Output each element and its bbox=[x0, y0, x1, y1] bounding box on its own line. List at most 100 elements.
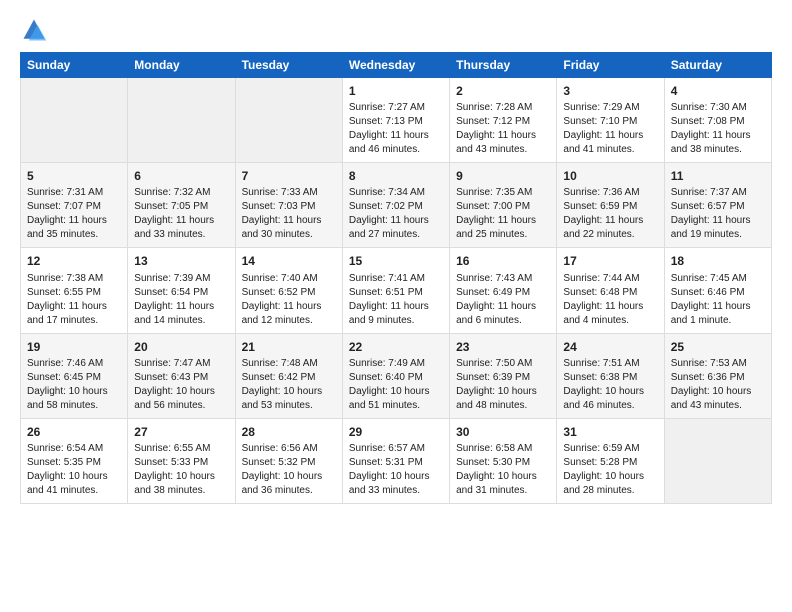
calendar-dow-thursday: Thursday bbox=[450, 53, 557, 78]
calendar-dow-wednesday: Wednesday bbox=[342, 53, 449, 78]
day-info: Sunrise: 7:29 AM Sunset: 7:10 PM Dayligh… bbox=[563, 101, 657, 157]
calendar-cell-4-3: 21 Sunrise: 7:48 AM Sunset: 6:42 PM Dayli… bbox=[235, 333, 342, 418]
day-number: 2 bbox=[456, 83, 550, 99]
day-info: Sunrise: 7:46 AM Sunset: 6:45 PM Dayligh… bbox=[27, 357, 121, 413]
day-number: 3 bbox=[563, 83, 657, 99]
day-info: Sunrise: 7:39 AM Sunset: 6:54 PM Dayligh… bbox=[134, 272, 228, 328]
calendar-cell-1-7: 4Sunrise: 7:30 AM Sunset: 7:08 PM Daylig… bbox=[664, 78, 771, 163]
day-number: 9 bbox=[456, 168, 550, 184]
day-number: 6 bbox=[134, 168, 228, 184]
calendar-cell-3-5: 16 Sunrise: 7:43 AM Sunset: 6:49 PM Dayli… bbox=[450, 248, 557, 333]
day-info: Sunrise: 7:30 AM Sunset: 7:08 PM Dayligh… bbox=[671, 101, 765, 157]
day-number: 16 bbox=[456, 253, 550, 269]
calendar-week-4: 19Sunrise: 7:46 AM Sunset: 6:45 PM Dayli… bbox=[21, 333, 772, 418]
day-info: Sunrise: 7:49 AM Sunset: 6:40 PM Dayligh… bbox=[349, 357, 443, 413]
day-number: 18 bbox=[671, 253, 765, 269]
calendar-cell-3-1: 12 Sunrise: 7:38 AM Sunset: 6:55 PM Dayli… bbox=[21, 248, 128, 333]
day-info: Sunrise: 7:41 AM Sunset: 6:51 PM Dayligh… bbox=[349, 272, 443, 328]
calendar-week-2: 5Sunrise: 7:31 AM Sunset: 7:07 PM Daylig… bbox=[21, 163, 772, 248]
logo-icon bbox=[20, 16, 48, 44]
day-info: Sunrise: 7:27 AM Sunset: 7:13 PM Dayligh… bbox=[349, 101, 443, 157]
day-info: Sunrise: 7:32 AM Sunset: 7:05 PM Dayligh… bbox=[134, 186, 228, 242]
day-info: Sunrise: 7:40 AM Sunset: 6:52 PM Dayligh… bbox=[242, 272, 336, 328]
day-number: 20 bbox=[134, 339, 228, 355]
day-number: 22 bbox=[349, 339, 443, 355]
day-info: Sunrise: 7:51 AM Sunset: 6:38 PM Dayligh… bbox=[563, 357, 657, 413]
calendar-cell-5-5: 30Sunrise: 6:58 AM Sunset: 5:30 PM Dayli… bbox=[450, 418, 557, 503]
day-info: Sunrise: 7:53 AM Sunset: 6:36 PM Dayligh… bbox=[671, 357, 765, 413]
day-number: 15 bbox=[349, 253, 443, 269]
calendar-cell-3-2: 13 Sunrise: 7:39 AM Sunset: 6:54 PM Dayli… bbox=[128, 248, 235, 333]
day-info: Sunrise: 6:57 AM Sunset: 5:31 PM Dayligh… bbox=[349, 442, 443, 498]
day-number: 14 bbox=[242, 253, 336, 269]
calendar-cell-1-2 bbox=[128, 78, 235, 163]
calendar-cell-3-3: 14 Sunrise: 7:40 AM Sunset: 6:52 PM Dayli… bbox=[235, 248, 342, 333]
day-number: 7 bbox=[242, 168, 336, 184]
calendar-header-row: SundayMondayTuesdayWednesdayThursdayFrid… bbox=[21, 53, 772, 78]
day-info: Sunrise: 7:34 AM Sunset: 7:02 PM Dayligh… bbox=[349, 186, 443, 242]
day-number: 11 bbox=[671, 168, 765, 184]
calendar-cell-3-4: 15 Sunrise: 7:41 AM Sunset: 6:51 PM Dayli… bbox=[342, 248, 449, 333]
calendar-week-1: 1Sunrise: 7:27 AM Sunset: 7:13 PM Daylig… bbox=[21, 78, 772, 163]
calendar-cell-2-2: 6 Sunrise: 7:32 AM Sunset: 7:05 PM Daylig… bbox=[128, 163, 235, 248]
logo bbox=[20, 16, 52, 44]
calendar-cell-2-4: 8Sunrise: 7:34 AM Sunset: 7:02 PM Daylig… bbox=[342, 163, 449, 248]
day-info: Sunrise: 7:47 AM Sunset: 6:43 PM Dayligh… bbox=[134, 357, 228, 413]
calendar-cell-1-3 bbox=[235, 78, 342, 163]
page: SundayMondayTuesdayWednesdayThursdayFrid… bbox=[0, 0, 792, 612]
day-info: Sunrise: 6:59 AM Sunset: 5:28 PM Dayligh… bbox=[563, 442, 657, 498]
day-number: 28 bbox=[242, 424, 336, 440]
calendar-cell-5-4: 29 Sunrise: 6:57 AM Sunset: 5:31 PM Dayli… bbox=[342, 418, 449, 503]
day-info: Sunrise: 7:43 AM Sunset: 6:49 PM Dayligh… bbox=[456, 272, 550, 328]
calendar-dow-tuesday: Tuesday bbox=[235, 53, 342, 78]
day-info: Sunrise: 7:48 AM Sunset: 6:42 PM Dayligh… bbox=[242, 357, 336, 413]
calendar-cell-2-5: 9 Sunrise: 7:35 AM Sunset: 7:00 PM Daylig… bbox=[450, 163, 557, 248]
calendar-cell-2-7: 11Sunrise: 7:37 AM Sunset: 6:57 PM Dayli… bbox=[664, 163, 771, 248]
day-info: Sunrise: 7:36 AM Sunset: 6:59 PM Dayligh… bbox=[563, 186, 657, 242]
day-number: 12 bbox=[27, 253, 121, 269]
calendar-week-3: 12 Sunrise: 7:38 AM Sunset: 6:55 PM Dayli… bbox=[21, 248, 772, 333]
calendar-cell-4-5: 23 Sunrise: 7:50 AM Sunset: 6:39 PM Dayli… bbox=[450, 333, 557, 418]
day-info: Sunrise: 7:35 AM Sunset: 7:00 PM Dayligh… bbox=[456, 186, 550, 242]
day-info: Sunrise: 7:31 AM Sunset: 7:07 PM Dayligh… bbox=[27, 186, 121, 242]
calendar-dow-saturday: Saturday bbox=[664, 53, 771, 78]
calendar-cell-2-3: 7Sunrise: 7:33 AM Sunset: 7:03 PM Daylig… bbox=[235, 163, 342, 248]
calendar-cell-4-6: 24 Sunrise: 7:51 AM Sunset: 6:38 PM Dayli… bbox=[557, 333, 664, 418]
day-number: 24 bbox=[563, 339, 657, 355]
day-number: 27 bbox=[134, 424, 228, 440]
day-info: Sunrise: 7:44 AM Sunset: 6:48 PM Dayligh… bbox=[563, 272, 657, 328]
calendar-cell-1-6: 3 Sunrise: 7:29 AM Sunset: 7:10 PM Daylig… bbox=[557, 78, 664, 163]
day-info: Sunrise: 7:50 AM Sunset: 6:39 PM Dayligh… bbox=[456, 357, 550, 413]
day-number: 31 bbox=[563, 424, 657, 440]
calendar-cell-4-1: 19Sunrise: 7:46 AM Sunset: 6:45 PM Dayli… bbox=[21, 333, 128, 418]
day-info: Sunrise: 7:28 AM Sunset: 7:12 PM Dayligh… bbox=[456, 101, 550, 157]
day-info: Sunrise: 6:56 AM Sunset: 5:32 PM Dayligh… bbox=[242, 442, 336, 498]
day-number: 25 bbox=[671, 339, 765, 355]
calendar-cell-5-2: 27 Sunrise: 6:55 AM Sunset: 5:33 PM Dayli… bbox=[128, 418, 235, 503]
calendar-cell-3-6: 17 Sunrise: 7:44 AM Sunset: 6:48 PM Dayli… bbox=[557, 248, 664, 333]
day-info: Sunrise: 6:55 AM Sunset: 5:33 PM Dayligh… bbox=[134, 442, 228, 498]
calendar-cell-3-7: 18Sunrise: 7:45 AM Sunset: 6:46 PM Dayli… bbox=[664, 248, 771, 333]
day-number: 17 bbox=[563, 253, 657, 269]
calendar-cell-5-6: 31 Sunrise: 6:59 AM Sunset: 5:28 PM Dayli… bbox=[557, 418, 664, 503]
calendar-cell-2-1: 5Sunrise: 7:31 AM Sunset: 7:07 PM Daylig… bbox=[21, 163, 128, 248]
day-info: Sunrise: 7:38 AM Sunset: 6:55 PM Dayligh… bbox=[27, 272, 121, 328]
calendar-dow-sunday: Sunday bbox=[21, 53, 128, 78]
calendar-cell-4-7: 25 Sunrise: 7:53 AM Sunset: 6:36 PM Dayli… bbox=[664, 333, 771, 418]
calendar-cell-5-1: 26 Sunrise: 6:54 AM Sunset: 5:35 PM Dayli… bbox=[21, 418, 128, 503]
day-number: 13 bbox=[134, 253, 228, 269]
calendar-week-5: 26 Sunrise: 6:54 AM Sunset: 5:35 PM Dayli… bbox=[21, 418, 772, 503]
day-info: Sunrise: 6:54 AM Sunset: 5:35 PM Dayligh… bbox=[27, 442, 121, 498]
calendar-cell-1-5: 2 Sunrise: 7:28 AM Sunset: 7:12 PM Daylig… bbox=[450, 78, 557, 163]
day-number: 23 bbox=[456, 339, 550, 355]
day-number: 21 bbox=[242, 339, 336, 355]
calendar-cell-5-3: 28 Sunrise: 6:56 AM Sunset: 5:32 PM Dayli… bbox=[235, 418, 342, 503]
calendar-cell-4-4: 22 Sunrise: 7:49 AM Sunset: 6:40 PM Dayli… bbox=[342, 333, 449, 418]
day-number: 10 bbox=[563, 168, 657, 184]
header bbox=[20, 16, 772, 44]
day-info: Sunrise: 6:58 AM Sunset: 5:30 PM Dayligh… bbox=[456, 442, 550, 498]
calendar-cell-1-4: 1Sunrise: 7:27 AM Sunset: 7:13 PM Daylig… bbox=[342, 78, 449, 163]
calendar-dow-friday: Friday bbox=[557, 53, 664, 78]
day-number: 29 bbox=[349, 424, 443, 440]
day-number: 26 bbox=[27, 424, 121, 440]
